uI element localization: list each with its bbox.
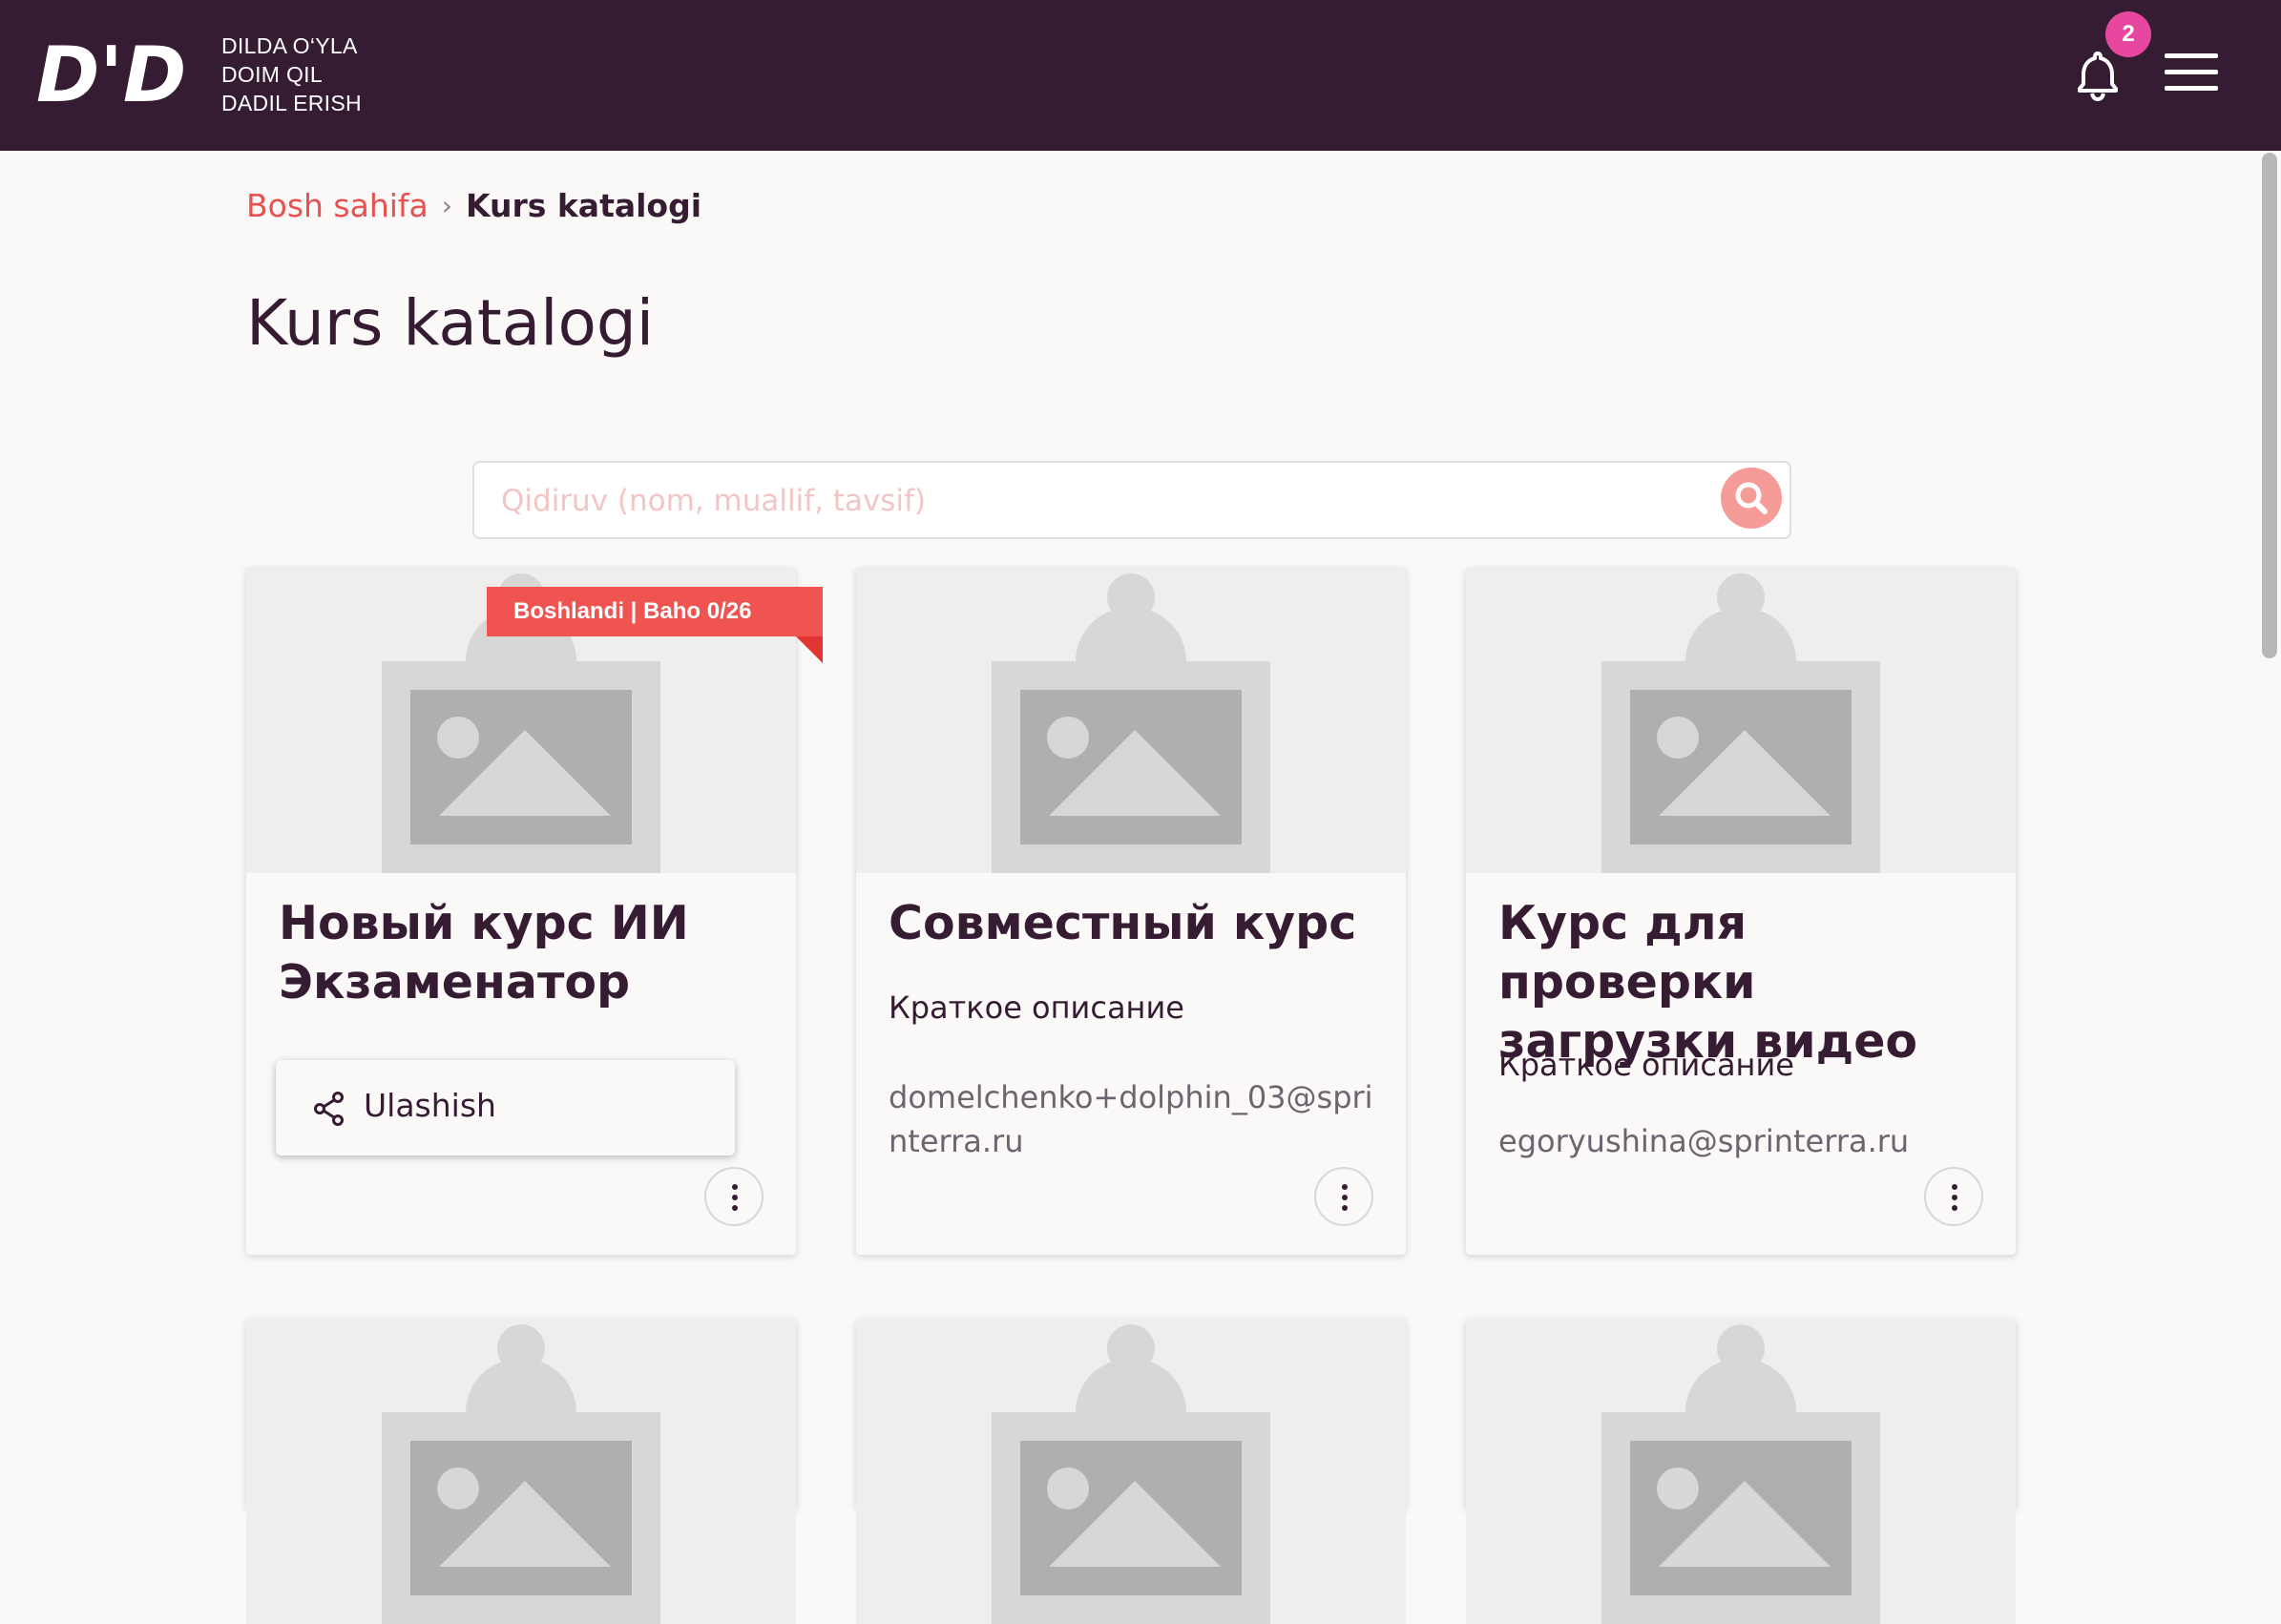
course-image-placeholder xyxy=(1466,1319,2016,1624)
breadcrumb: Bosh sahifa › Kurs katalogi xyxy=(246,187,701,224)
course-card[interactable] xyxy=(1466,1319,2016,1624)
breadcrumb-home-link[interactable]: Bosh sahifa xyxy=(246,187,429,224)
share-menu-item[interactable]: Ulashish xyxy=(364,1087,496,1124)
notification-badge: 2 xyxy=(2105,11,2151,57)
search-button[interactable] xyxy=(1721,468,1782,529)
search-box xyxy=(472,461,1791,539)
more-options-button[interactable] xyxy=(1924,1167,1983,1226)
course-image-placeholder xyxy=(856,568,1406,873)
logo[interactable]: D'D xyxy=(36,38,194,113)
page-title: Kurs katalogi xyxy=(246,286,655,360)
tagline-line: DOIM QIL xyxy=(221,62,323,87)
search-input[interactable] xyxy=(499,476,1706,526)
course-card[interactable] xyxy=(856,1319,1406,1624)
course-description: Краткое описание xyxy=(889,989,1184,1026)
course-image-placeholder xyxy=(1466,568,2016,873)
chevron-right-icon: › xyxy=(441,190,452,221)
image-icon xyxy=(1020,690,1242,844)
image-icon xyxy=(410,1441,632,1595)
course-image-placeholder xyxy=(856,1319,1406,1624)
course-card[interactable]: Курс для проверки загрузки видео Краткое… xyxy=(1466,568,2016,1255)
share-menu[interactable]: Ulashish xyxy=(276,1060,735,1156)
course-title[interactable]: Совместный курс xyxy=(889,894,1385,953)
svg-text:D'D: D'D xyxy=(36,38,186,113)
course-title[interactable]: Новый курс ИИ Экзаменатор xyxy=(279,894,775,1012)
course-description: Краткое описание xyxy=(1498,1047,1794,1083)
course-card[interactable] xyxy=(246,1319,796,1624)
tagline: DILDA O‘YLA DOIM QIL DADIL ERISH xyxy=(221,31,362,117)
tagline-line: DILDA O‘YLA xyxy=(221,33,358,58)
breadcrumb-current: Kurs katalogi xyxy=(465,187,702,224)
status-badge: Boshlandi | Baho 0/26 xyxy=(487,587,823,636)
tagline-line: DADIL ERISH xyxy=(221,91,362,115)
more-options-button[interactable] xyxy=(1314,1167,1373,1226)
ribbon-fold xyxy=(796,636,823,663)
image-icon xyxy=(1020,1441,1242,1595)
more-options-button[interactable] xyxy=(704,1167,764,1226)
image-icon xyxy=(1630,1441,1852,1595)
course-image-placeholder xyxy=(246,1319,796,1624)
image-icon xyxy=(410,690,632,844)
bell-icon[interactable] xyxy=(2071,48,2124,101)
course-author: domelchenko+dolphin_03@sprinterra.ru xyxy=(889,1079,1373,1159)
menu-icon[interactable] xyxy=(2165,53,2218,95)
share-icon xyxy=(314,1092,344,1126)
search-icon xyxy=(1735,482,1768,514)
image-icon xyxy=(1630,690,1852,844)
top-bar: D'D DILDA O‘YLA DOIM QIL DADIL ERISH 2 xyxy=(0,0,2281,151)
scrollbar-thumb[interactable] xyxy=(2262,153,2277,658)
course-title[interactable]: Курс для проверки загрузки видео xyxy=(1498,894,1995,1072)
course-card[interactable]: Совместный курс Краткое описание domelch… xyxy=(856,568,1406,1255)
course-author: egoryushina@sprinterra.ru xyxy=(1498,1123,1910,1159)
